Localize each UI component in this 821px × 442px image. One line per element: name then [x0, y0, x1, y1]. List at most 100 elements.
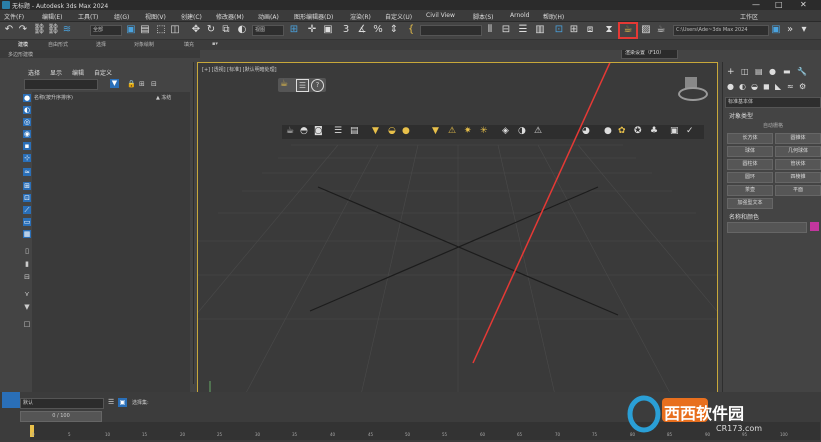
mirror-icon[interactable]: ⫴ [484, 24, 496, 36]
name-color-rollout[interactable]: 名称和颜色 [729, 212, 759, 221]
ribbon-tab-modeling[interactable]: 建模 [18, 41, 28, 48]
hierarchy-icon[interactable]: ⊞ [139, 80, 145, 88]
menu-tools[interactable]: 工具(T) [78, 12, 98, 21]
object-name-input[interactable] [727, 222, 807, 233]
select-icon[interactable]: ▣ [125, 24, 137, 36]
teapot-button[interactable]: 茶壶 [727, 185, 773, 196]
unlink-icon[interactable]: ⛓ [47, 24, 60, 36]
systems-icon[interactable]: ⚙ [799, 82, 806, 91]
time-slider[interactable]: 0 / 100 [20, 411, 102, 422]
rendered-frame-window-icon[interactable]: ▨ [640, 24, 652, 36]
cameras-filter-icon[interactable]: ▪ [23, 142, 31, 150]
menu-customize[interactable]: 自定义(U) [385, 12, 412, 21]
column-frozen[interactable]: ▲ 冻结 [156, 94, 171, 101]
menu-help[interactable]: 帮助(H) [543, 12, 564, 21]
utilities-tab-icon[interactable]: 🔧 [797, 67, 807, 76]
autogrid-checkbox[interactable]: 自动栅格 [763, 122, 783, 129]
funnel-icon[interactable]: ▼ [23, 303, 31, 311]
selection-set-icon[interactable]: ▣ [118, 398, 127, 407]
lights-filter-icon[interactable]: ◉ [23, 130, 31, 138]
more-icon[interactable]: » [784, 24, 796, 36]
cameras-icon[interactable]: ◼ [763, 82, 770, 91]
named-sel-icon[interactable]: { [405, 24, 417, 36]
plane-button[interactable]: 平面 [775, 185, 821, 196]
percent-snap-icon[interactable]: % [372, 24, 384, 36]
schematic-icon[interactable]: ⊡ [553, 24, 565, 36]
ribbon-tab-populate[interactable]: 填充 [184, 41, 194, 48]
square-icon[interactable]: □ [23, 320, 31, 328]
curve-editor-icon[interactable]: ⊞ [568, 24, 580, 36]
lock-icon[interactable]: 🔒 [127, 80, 136, 88]
place-icon[interactable]: ◐ [236, 24, 248, 36]
angle-snap-icon[interactable]: ∡ [356, 24, 368, 36]
perspective-viewport[interactable]: [+] [透视] [标准] [默认明暗处理] ☕ ☰ ? ☕ ◓ ◙ ☰ ▤ ▼… [197, 62, 718, 409]
modify-tab-icon[interactable]: ◫ [741, 67, 749, 76]
menu-civil-view[interactable]: Civil View [426, 12, 455, 19]
filter-icon[interactable]: ▼ [110, 79, 119, 88]
layer-icon[interactable]: ☰ [517, 24, 529, 36]
align-icon[interactable]: ⊟ [500, 24, 512, 36]
project-folder-icon[interactable]: ▣ [770, 24, 782, 36]
explorer-search-input[interactable] [24, 79, 98, 90]
menu-file[interactable]: 文件(F) [4, 12, 24, 21]
layer-dropdown[interactable]: 默认 [20, 398, 104, 409]
hidden-filter-icon[interactable]: ▯ [23, 247, 31, 255]
named-selection-dropdown[interactable] [420, 25, 482, 36]
undo-icon[interactable]: ↶ [3, 24, 15, 36]
create-tab-icon[interactable]: + [727, 67, 735, 77]
display-all-icon[interactable]: ● [23, 94, 31, 102]
close-button[interactable]: ✕ [800, 0, 807, 9]
xrefs-filter-icon[interactable]: ⊡ [23, 194, 31, 202]
select-by-name-icon[interactable]: ▤ [139, 24, 151, 36]
menu-group[interactable]: 组(G) [114, 12, 129, 21]
layer-explorer-icon[interactable]: ⊟ [151, 80, 157, 88]
geometry-filter-icon[interactable]: ◐ [23, 106, 31, 114]
rect-select-icon[interactable]: ⬚ [155, 24, 167, 36]
explorer-tab-select[interactable]: 选择 [28, 68, 40, 77]
pyramid-button[interactable]: 四棱锥 [775, 172, 821, 183]
move-icon[interactable]: ✥ [190, 24, 202, 36]
sphere-button[interactable]: 球体 [727, 146, 773, 157]
all-filter-icon[interactable]: ▮ [23, 260, 31, 268]
menu-create[interactable]: 创建(C) [181, 12, 202, 21]
display-tab-icon[interactable]: ▬ [783, 67, 791, 76]
scale-icon[interactable]: ⧉ [220, 24, 232, 36]
geometry-icon[interactable]: ● [727, 82, 734, 91]
spacewarps-filter-icon[interactable]: ≈ [23, 168, 31, 176]
lights-icon[interactable]: ◒ [751, 82, 758, 91]
helpers-filter-icon[interactable]: ⊹ [23, 154, 31, 162]
motion-tab-icon[interactable]: ● [769, 67, 776, 76]
render-icon[interactable]: ☕ [655, 24, 667, 36]
object-type-rollout[interactable]: 对象类型 [729, 111, 753, 120]
shapes-icon[interactable]: ◐ [739, 82, 746, 91]
render-frame-icon[interactable]: ⧗ [603, 24, 615, 36]
scroll-down-icon[interactable]: ▾ [798, 24, 810, 36]
minimize-button[interactable]: — [752, 0, 760, 9]
viewcube-ring[interactable] [678, 87, 708, 101]
cylinder-button[interactable]: 圆柱体 [727, 159, 773, 170]
viewcube[interactable] [676, 75, 708, 101]
frozen-filter-icon[interactable]: ▦ [23, 230, 31, 238]
menu-graph-editors[interactable]: 图形编辑器(D) [294, 12, 333, 21]
helpers-icon[interactable]: ◣ [775, 82, 781, 91]
text-plus-button[interactable]: 加强型文本 [727, 198, 773, 209]
select-manipulate-icon[interactable]: ✛ [306, 24, 318, 36]
explorer-tab-customize[interactable]: 自定义 [94, 68, 112, 77]
hierarchy-tab-icon[interactable]: ▤ [755, 67, 763, 76]
project-path-dropdown[interactable]: C:\Users\Ade~3ds Max 2024 [673, 25, 769, 36]
window-crossing-icon[interactable]: ◫ [169, 24, 181, 36]
torus-button[interactable]: 圆环 [727, 172, 773, 183]
pivot-icon[interactable]: ⊞ [288, 24, 300, 36]
column-name[interactable]: 名称(按升序排序) [34, 94, 73, 101]
menu-animation[interactable]: 动画(A) [258, 12, 279, 21]
link-icon[interactable]: ⛓ [33, 24, 46, 36]
spacewarps-icon[interactable]: ≈ [787, 82, 794, 91]
menu-rendering[interactable]: 渲染(R) [350, 12, 371, 21]
rotate-icon[interactable]: ↻ [205, 24, 217, 36]
selection-filter-dropdown[interactable]: 全部 [90, 25, 122, 36]
menu-scripting[interactable]: 脚本(S) [473, 12, 494, 21]
ribbon-toggle-icon[interactable]: ▪▾ [212, 41, 218, 47]
menu-edit[interactable]: 编辑(E) [42, 12, 62, 21]
reference-coord-dropdown[interactable]: 视图 [252, 25, 284, 36]
menu-arnold[interactable]: Arnold [510, 12, 529, 19]
